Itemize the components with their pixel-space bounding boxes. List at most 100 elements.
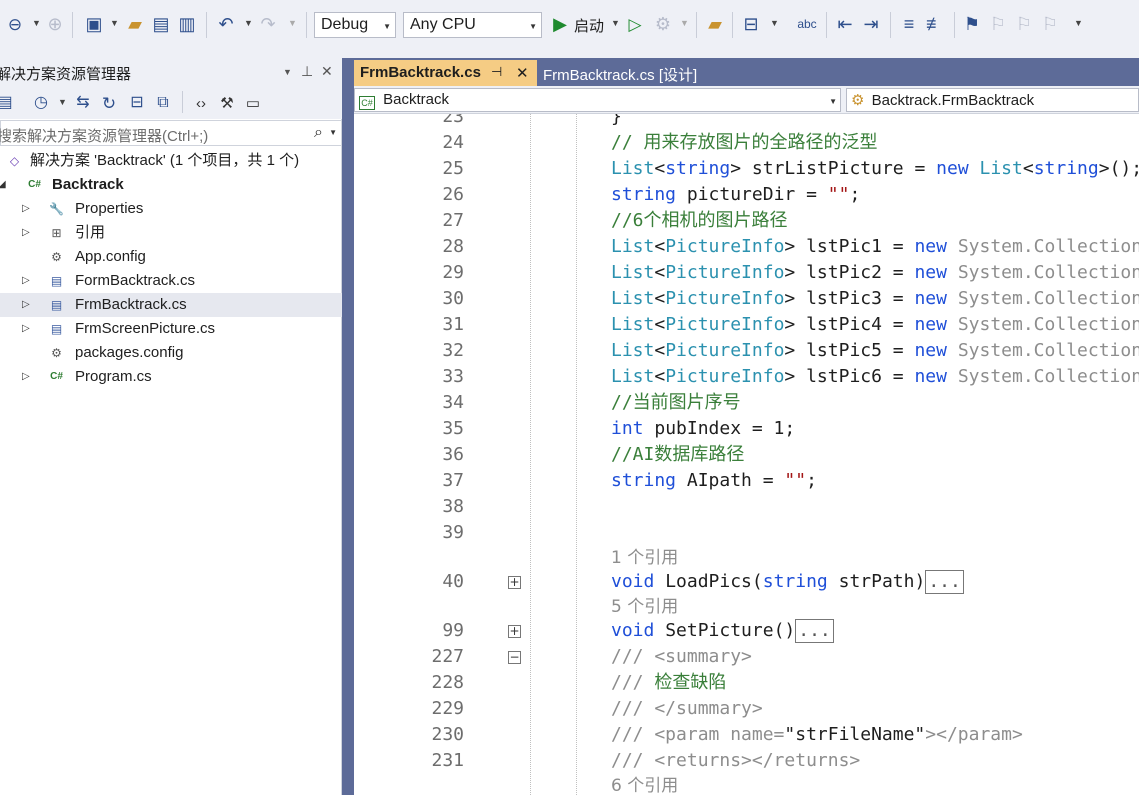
tree-item[interactable]: ▷ ▤ FrmScreenPicture.cs [0, 317, 342, 341]
platform-select[interactable]: Any CPU ▼ [403, 12, 542, 38]
panel-splitter[interactable] [342, 58, 354, 795]
toolbar-divider [954, 12, 955, 38]
tree-item[interactable]: ▷ ⊞ 引用 [0, 221, 342, 245]
code-token: List [611, 288, 655, 309]
toolbar-divider [826, 12, 827, 38]
configuration-select[interactable]: Debug ▼ [314, 12, 396, 38]
code-line: 38 [354, 494, 1139, 520]
attach-icon[interactable]: ⚙ [652, 11, 674, 37]
search-options-icon[interactable]: ▼ [329, 128, 337, 137]
show-all-files-icon[interactable]: ⧉ [152, 90, 174, 116]
forward-icon[interactable]: ⊕ [44, 11, 66, 37]
history-dropdown-icon[interactable]: ▼ [58, 97, 67, 107]
reference-count[interactable]: 1 个引用 [611, 548, 678, 568]
close-tab-icon[interactable]: ✕ [516, 64, 529, 82]
open-icon[interactable]: ▰ [124, 11, 146, 37]
redo-dropdown-icon[interactable]: ▼ [288, 18, 297, 28]
collapsed-arrow-icon[interactable]: ▷ [22, 365, 30, 389]
preview-icon[interactable]: ▭ [242, 90, 264, 116]
start-dropdown-icon[interactable]: ▼ [611, 18, 620, 28]
codelens-reference[interactable]: 1 个引用 [354, 546, 1139, 569]
tab-frmbacktrack-designer[interactable]: FrmBacktrack.cs [设计] [537, 60, 757, 86]
tree-item[interactable]: ◇ 解决方案 'Backtrack' (1 个项目，共 1 个) [0, 149, 342, 173]
outdent-icon[interactable]: ⇥ [860, 11, 882, 37]
code-token: < [654, 236, 666, 257]
pin-icon[interactable]: ⊥ [301, 63, 313, 80]
code-token: /// <returns></returns> [611, 750, 861, 771]
tree-item[interactable]: ▷ ▤ FrmBacktrack.cs [0, 293, 342, 317]
refresh-icon[interactable]: ↻ [98, 90, 120, 116]
panel-menu-icon[interactable]: ▼ [283, 67, 292, 77]
tree-item[interactable]: ▷ ▤ FormBacktrack.cs [0, 269, 342, 293]
collapsed-region-marker[interactable]: ... [795, 619, 834, 643]
sync-icon[interactable]: ⇆ [72, 90, 94, 116]
collapse-all-icon[interactable]: ⊟ [126, 90, 148, 116]
collapsed-arrow-icon[interactable]: ▷ [22, 293, 30, 317]
collapsed-arrow-icon[interactable]: ▷ [22, 317, 30, 341]
close-icon[interactable]: ✕ [321, 63, 333, 80]
expand-region-icon[interactable]: + [508, 625, 521, 638]
line-number: 23 [442, 114, 464, 127]
tree-item[interactable]: ⚙ packages.config [0, 341, 342, 365]
tab-frmbacktrack-cs[interactable]: FrmBacktrack.cs ⊣ ✕ [354, 60, 537, 86]
next-bookmark-icon[interactable]: ⚐ [1014, 11, 1034, 37]
code-view-icon[interactable]: ‹› [190, 90, 212, 116]
clear-bookmark-icon[interactable]: ⚐ [1040, 11, 1060, 37]
layout-icon[interactable]: ⊟ [740, 11, 762, 37]
collapsed-region-marker[interactable]: ... [925, 570, 964, 594]
collapse-region-icon[interactable]: − [508, 651, 521, 664]
layout-dropdown-icon[interactable]: ▼ [770, 18, 779, 28]
save-icon[interactable]: ▤ [150, 11, 172, 37]
collapsed-arrow-icon[interactable]: ▷ [22, 221, 30, 245]
collapsed-arrow-icon[interactable]: ▷ [22, 269, 30, 293]
attach-dropdown-icon[interactable]: ▼ [680, 18, 689, 28]
line-number: 33 [442, 366, 464, 387]
line-number: 26 [442, 184, 464, 205]
code-token: pubIndex = 1; [643, 418, 796, 439]
back-icon[interactable]: ⊖ [4, 11, 26, 37]
browse-icon[interactable]: ▰ [704, 11, 726, 37]
code-line: 99 + void SetPicture()... [354, 618, 1139, 644]
code-area[interactable]: 23} 24// 用来存放图片的全路径的泛型 25 List<string> strL… [354, 114, 1139, 795]
back-dropdown-icon[interactable]: ▼ [32, 18, 41, 28]
start-without-debug-icon[interactable]: ▷ [625, 11, 645, 37]
home-icon[interactable]: ▤ [0, 90, 14, 116]
codelens-reference[interactable]: 6 个引用 [354, 774, 1139, 795]
save-all-icon[interactable]: ▥ [176, 11, 198, 37]
redo-icon[interactable]: ↷ [256, 11, 280, 37]
undo-dropdown-icon[interactable]: ▼ [244, 18, 253, 28]
properties-wrench-icon[interactable]: ⚒ [216, 90, 238, 116]
search-icon[interactable]: ⌕ [314, 124, 323, 142]
code-token: LoadPics( [654, 571, 763, 592]
toolbar-overflow-icon[interactable]: ▼ [1074, 18, 1083, 28]
bookmark-icon[interactable]: ⚑ [962, 11, 982, 37]
code-line: 32 List<PictureInfo> lstPic5 = new System… [354, 338, 1139, 364]
reference-count[interactable]: 5 个引用 [611, 597, 678, 617]
tree-item[interactable]: ⚙ App.config [0, 245, 342, 269]
indent-icon[interactable]: ⇤ [834, 11, 856, 37]
type-nav-select[interactable]: ⚙ Backtrack.FrmBacktrack [846, 88, 1139, 112]
expand-region-icon[interactable]: + [508, 576, 521, 589]
prev-bookmark-icon[interactable]: ⚐ [988, 11, 1008, 37]
collapsed-arrow-icon[interactable]: ▷ [22, 197, 30, 221]
spell-icon[interactable]: abc [794, 11, 820, 37]
new-dropdown-icon[interactable]: ▼ [110, 18, 119, 28]
comment-icon[interactable]: ≡ [898, 11, 920, 37]
start-icon[interactable]: ▶ [550, 11, 570, 37]
codelens-reference[interactable]: 5 个引用 [354, 595, 1139, 618]
start-button-label[interactable]: 启动 [574, 15, 604, 36]
pin-icon[interactable]: ⊣ [491, 64, 502, 80]
tree-item[interactable]: ◢ C# Backtrack [0, 173, 342, 197]
code-token: < [654, 262, 666, 283]
tree-item[interactable]: ▷ C# Program.cs [0, 365, 342, 389]
solution-search-box[interactable]: 搜索解决方案资源管理器(Ctrl+;) ⌕ ▼ [0, 120, 342, 146]
new-project-icon[interactable]: ▣ [82, 11, 106, 37]
history-icon[interactable]: ◷ [30, 90, 52, 116]
toolbar-divider [732, 12, 733, 38]
tree-item[interactable]: ▷ 🔧 Properties [0, 197, 342, 221]
uncomment-icon[interactable]: ≢ [924, 11, 946, 37]
reference-count[interactable]: 6 个引用 [611, 776, 678, 795]
expanded-arrow-icon[interactable]: ◢ [0, 173, 6, 197]
project-nav-select[interactable]: C# Backtrack ▼ [354, 88, 841, 112]
undo-icon[interactable]: ↶ [214, 11, 238, 37]
